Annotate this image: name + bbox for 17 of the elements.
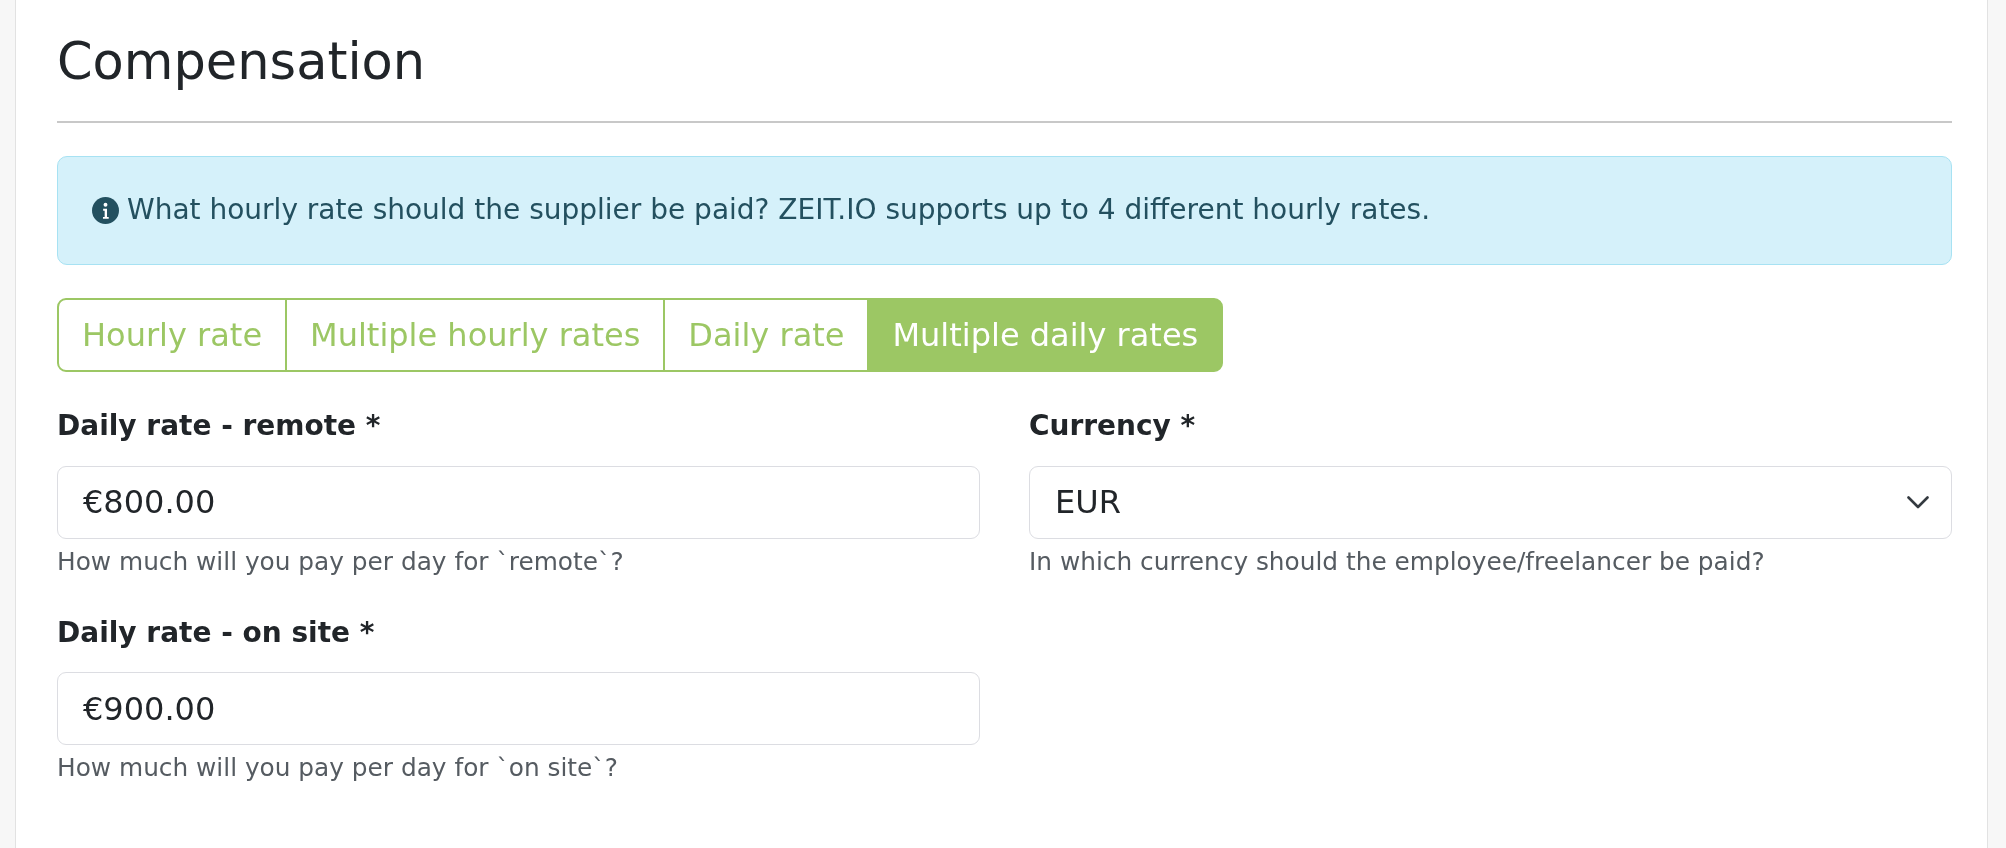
chevron-down-icon bbox=[1907, 495, 1929, 509]
rate-type-tab[interactable]: Hourly rate bbox=[57, 298, 288, 373]
rate-type-tab[interactable]: Multiple daily rates bbox=[867, 298, 1224, 373]
help-text: How much will you pay per day for `remote`? bbox=[57, 546, 625, 578]
field-label: Daily rate - remote * bbox=[57, 409, 382, 443]
rate-type-tab[interactable]: Daily rate bbox=[663, 298, 870, 373]
rate-input[interactable]: €900.00 bbox=[57, 672, 980, 746]
help-text: How much will you pay per day for `on site`? bbox=[57, 753, 619, 785]
rate-type-tab[interactable]: Multiple hourly rates bbox=[285, 298, 666, 373]
info-message: What hourly rate should the supplier be paid? ZEIT.IO supports up to 4 different hourly rates. bbox=[127, 192, 1431, 229]
field-label: Currency * bbox=[1029, 409, 1197, 443]
currency-select[interactable]: EUR bbox=[1029, 465, 1952, 539]
section-title: Compensation bbox=[57, 31, 427, 93]
info-icon bbox=[92, 197, 119, 225]
rate-input[interactable]: €800.00 bbox=[57, 465, 980, 539]
help-text: In which currency should the employee/freelancer be paid? bbox=[1029, 546, 1766, 578]
field-label: Daily rate - on site * bbox=[57, 615, 376, 650]
